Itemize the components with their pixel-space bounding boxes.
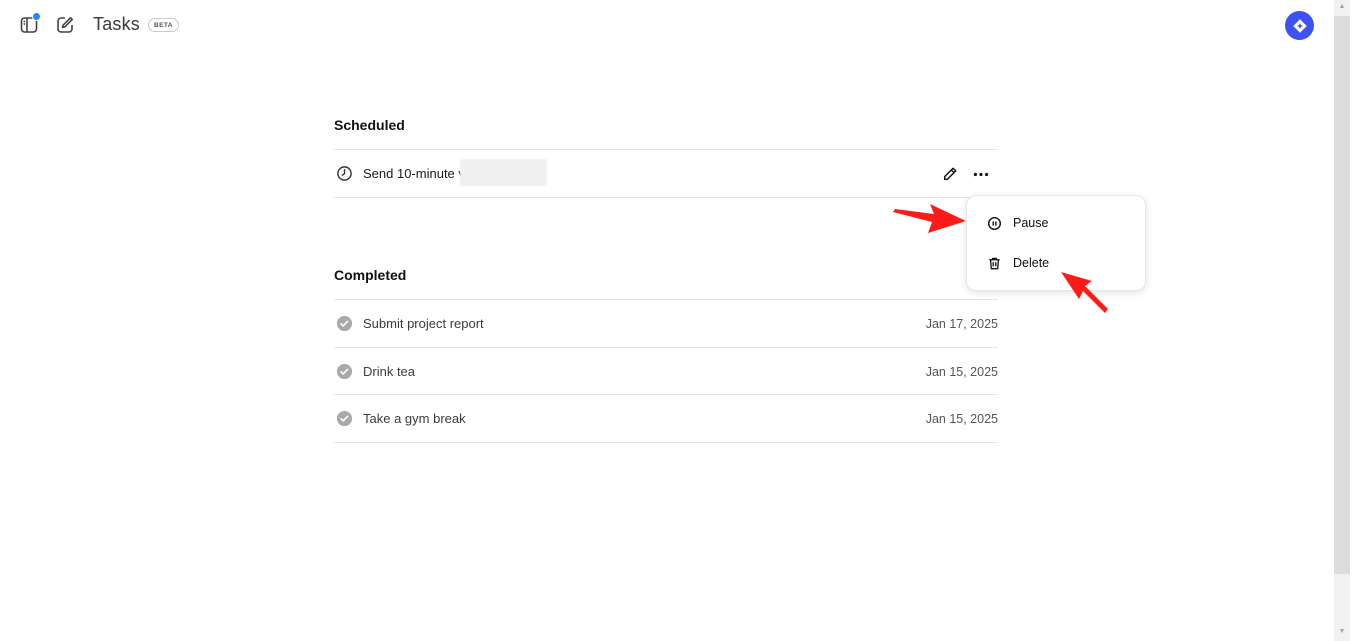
edit-icon[interactable] bbox=[940, 164, 960, 184]
completed-task-date: Jan 17, 2025 bbox=[925, 316, 998, 331]
notification-dot bbox=[32, 12, 41, 21]
pause-circle-icon bbox=[986, 215, 1002, 231]
completed-task-label: Drink tea bbox=[363, 364, 416, 379]
redacted-text bbox=[460, 159, 547, 186]
more-options-icon[interactable] bbox=[970, 164, 992, 184]
check-circle-icon bbox=[335, 315, 353, 333]
scrollbar-thumb[interactable] bbox=[1334, 16, 1350, 574]
sidebar-toggle-icon[interactable] bbox=[17, 12, 41, 37]
scroll-up-icon[interactable]: ▲ bbox=[1338, 3, 1346, 11]
annotation-arrow-pause bbox=[893, 204, 966, 233]
completed-task-label: Take a gym break bbox=[363, 411, 466, 426]
beta-badge: BETA bbox=[148, 18, 179, 32]
scroll-down-icon[interactable]: ▼ bbox=[1338, 628, 1346, 636]
delete-label: Delete bbox=[1013, 256, 1050, 270]
check-circle-icon bbox=[335, 363, 353, 381]
top-bar: Tasks BETA bbox=[0, 0, 1330, 52]
pause-label: Pause bbox=[1013, 216, 1049, 230]
completed-task-row[interactable]: Submit project report Jan 17, 2025 bbox=[334, 300, 998, 347]
annotation-arrow-delete bbox=[1061, 272, 1108, 313]
page-title: Tasks bbox=[93, 14, 141, 34]
completed-task-row[interactable]: Drink tea Jan 15, 2025 bbox=[334, 348, 998, 395]
scheduled-task-label: Send 10-minute v bbox=[363, 166, 465, 181]
scheduled-section-title: Scheduled bbox=[334, 117, 405, 133]
scheduled-task-row[interactable]: Send 10-minute v bbox=[334, 150, 998, 197]
trash-icon bbox=[986, 255, 1002, 271]
check-circle-icon bbox=[335, 410, 353, 428]
new-chat-icon[interactable] bbox=[53, 13, 77, 37]
completed-task-date: Jan 15, 2025 bbox=[925, 411, 998, 426]
avatar[interactable] bbox=[1285, 11, 1314, 40]
diamond-sparkle-icon bbox=[1292, 18, 1307, 33]
clock-icon bbox=[335, 165, 353, 183]
pause-menu-item[interactable]: Pause bbox=[967, 204, 1145, 242]
divider bbox=[334, 442, 998, 443]
completed-task-row[interactable]: Take a gym break Jan 15, 2025 bbox=[334, 395, 998, 442]
completed-section-title: Completed bbox=[334, 267, 407, 283]
completed-task-date: Jan 15, 2025 bbox=[925, 364, 998, 379]
completed-task-label: Submit project report bbox=[363, 316, 484, 331]
